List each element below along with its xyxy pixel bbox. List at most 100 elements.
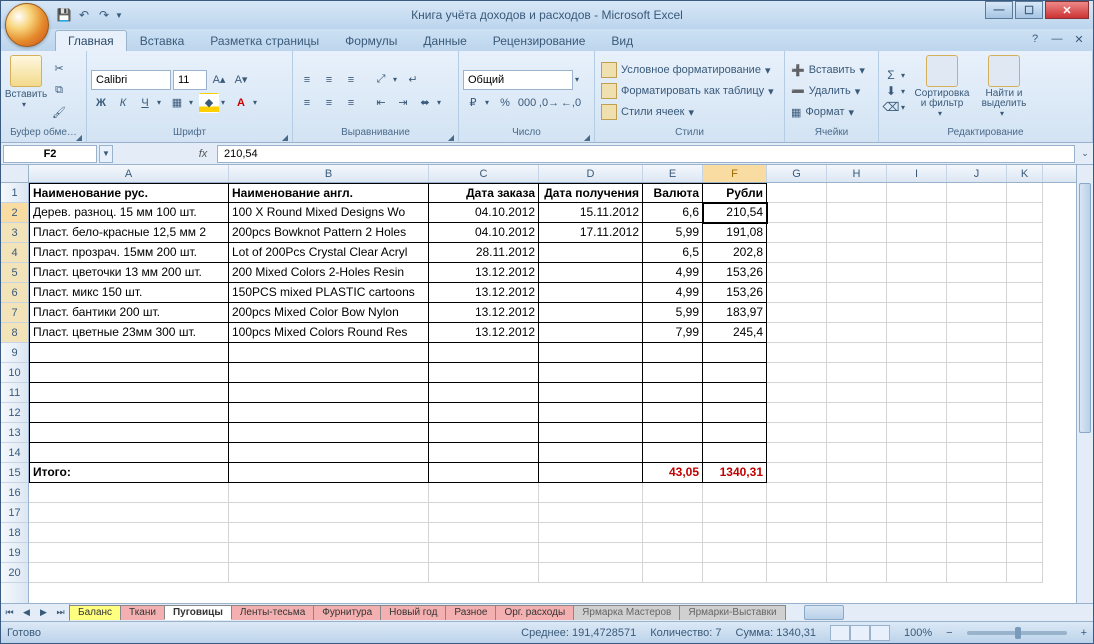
cell-J13[interactable] bbox=[947, 423, 1007, 443]
wrap-text-icon[interactable]: ↵ bbox=[403, 70, 423, 90]
align-left-icon[interactable]: ≡ bbox=[297, 93, 317, 113]
cell-K9[interactable] bbox=[1007, 343, 1043, 363]
cell-J20[interactable] bbox=[947, 563, 1007, 583]
vertical-scrollbar[interactable] bbox=[1076, 165, 1093, 603]
row-header-10[interactable]: 10 bbox=[1, 363, 28, 383]
sort-filter-button[interactable]: Сортировка и фильтр▾ bbox=[911, 53, 973, 127]
cell-B20[interactable] bbox=[229, 563, 429, 583]
sheet-tab-9[interactable]: Ярмарки-Выставки bbox=[679, 605, 785, 620]
cell-E11[interactable] bbox=[643, 383, 703, 403]
cell-E12[interactable] bbox=[643, 403, 703, 423]
cell-A9[interactable] bbox=[29, 343, 229, 363]
column-header-D[interactable]: D bbox=[539, 165, 643, 182]
cell-C4[interactable]: 28.11.2012 bbox=[429, 243, 539, 263]
cell-I14[interactable] bbox=[887, 443, 947, 463]
cell-F18[interactable] bbox=[703, 523, 767, 543]
align-right-icon[interactable]: ≡ bbox=[341, 93, 361, 113]
cell-H18[interactable] bbox=[827, 523, 887, 543]
cell-B3[interactable]: 200pcs Bowknot Pattern 2 Holes bbox=[229, 223, 429, 243]
cell-H1[interactable] bbox=[827, 183, 887, 203]
cell-E18[interactable] bbox=[643, 523, 703, 543]
cell-D19[interactable] bbox=[539, 543, 643, 563]
sheet-tab-6[interactable]: Разное bbox=[445, 605, 496, 620]
format-as-table-button[interactable]: Форматировать как таблицу ▾ bbox=[599, 81, 780, 102]
cell-B4[interactable]: Lot of 200Pcs Crystal Clear Acryl bbox=[229, 243, 429, 263]
sheet-tab-4[interactable]: Фурнитура bbox=[313, 605, 381, 620]
cell-B19[interactable] bbox=[229, 543, 429, 563]
cell-G19[interactable] bbox=[767, 543, 827, 563]
cell-I15[interactable] bbox=[887, 463, 947, 483]
cell-G2[interactable] bbox=[767, 203, 827, 223]
cell-D1[interactable]: Дата получения bbox=[539, 183, 643, 203]
number-format-input[interactable] bbox=[463, 70, 573, 90]
row-header-8[interactable]: 8 bbox=[1, 323, 28, 343]
row-header-11[interactable]: 11 bbox=[1, 383, 28, 403]
cell-H12[interactable] bbox=[827, 403, 887, 423]
cell-J11[interactable] bbox=[947, 383, 1007, 403]
cell-D4[interactable] bbox=[539, 243, 643, 263]
cell-C19[interactable] bbox=[429, 543, 539, 563]
close-button[interactable]: ✕ bbox=[1045, 1, 1089, 19]
copy-icon[interactable]: ⧉ bbox=[49, 80, 69, 100]
cell-K11[interactable] bbox=[1007, 383, 1043, 403]
cell-K10[interactable] bbox=[1007, 363, 1043, 383]
cell-G16[interactable] bbox=[767, 483, 827, 503]
cell-C7[interactable]: 13.12.2012 bbox=[429, 303, 539, 323]
cell-B2[interactable]: 100 X Round Mixed Designs Wo bbox=[229, 203, 429, 223]
format-painter-icon[interactable]: 🖌 bbox=[49, 102, 69, 122]
zoom-out-icon[interactable]: − bbox=[946, 627, 952, 639]
cell-B12[interactable] bbox=[229, 403, 429, 423]
cell-B9[interactable] bbox=[229, 343, 429, 363]
cell-B7[interactable]: 200pcs Mixed Color Bow Nylon bbox=[229, 303, 429, 323]
cut-icon[interactable]: ✂ bbox=[49, 58, 69, 78]
cell-J16[interactable] bbox=[947, 483, 1007, 503]
cell-K19[interactable] bbox=[1007, 543, 1043, 563]
cell-K1[interactable] bbox=[1007, 183, 1043, 203]
cell-C1[interactable]: Дата заказа bbox=[429, 183, 539, 203]
cell-K12[interactable] bbox=[1007, 403, 1043, 423]
cell-H5[interactable] bbox=[827, 263, 887, 283]
cell-H14[interactable] bbox=[827, 443, 887, 463]
view-normal-icon[interactable] bbox=[830, 625, 850, 641]
cell-F16[interactable] bbox=[703, 483, 767, 503]
tab-data[interactable]: Данные bbox=[410, 30, 479, 51]
select-all-corner[interactable] bbox=[1, 165, 29, 183]
cell-H16[interactable] bbox=[827, 483, 887, 503]
cell-E8[interactable]: 7,99 bbox=[643, 323, 703, 343]
cell-F6[interactable]: 153,26 bbox=[703, 283, 767, 303]
sheet-tab-2[interactable]: Пуговицы bbox=[164, 605, 232, 620]
cell-I3[interactable] bbox=[887, 223, 947, 243]
cell-F8[interactable]: 245,4 bbox=[703, 323, 767, 343]
cell-C3[interactable]: 04.10.2012 bbox=[429, 223, 539, 243]
conditional-format-button[interactable]: Условное форматирование ▾ bbox=[599, 60, 780, 81]
cell-D9[interactable] bbox=[539, 343, 643, 363]
cell-H6[interactable] bbox=[827, 283, 887, 303]
cell-F1[interactable]: Рубли bbox=[703, 183, 767, 203]
cell-D15[interactable] bbox=[539, 463, 643, 483]
row-header-15[interactable]: 15 bbox=[1, 463, 28, 483]
redo-icon[interactable]: ↷ bbox=[95, 6, 113, 24]
font-name-input[interactable] bbox=[91, 70, 171, 90]
increase-indent-icon[interactable]: ⇥ bbox=[393, 93, 413, 113]
row-header-19[interactable]: 19 bbox=[1, 543, 28, 563]
column-header-B[interactable]: B bbox=[229, 165, 429, 182]
cell-H20[interactable] bbox=[827, 563, 887, 583]
column-header-J[interactable]: J bbox=[947, 165, 1007, 182]
cell-F7[interactable]: 183,97 bbox=[703, 303, 767, 323]
tab-page-layout[interactable]: Разметка страницы bbox=[197, 30, 332, 51]
cell-B6[interactable]: 150PCS mixed PLASTIC cartoons bbox=[229, 283, 429, 303]
cell-K20[interactable] bbox=[1007, 563, 1043, 583]
cell-E9[interactable] bbox=[643, 343, 703, 363]
cell-I1[interactable] bbox=[887, 183, 947, 203]
cell-J1[interactable] bbox=[947, 183, 1007, 203]
formula-input[interactable] bbox=[217, 145, 1075, 163]
cell-H13[interactable] bbox=[827, 423, 887, 443]
cell-H2[interactable] bbox=[827, 203, 887, 223]
cell-A20[interactable] bbox=[29, 563, 229, 583]
cell-B17[interactable] bbox=[229, 503, 429, 523]
border-icon[interactable]: ▦ bbox=[167, 93, 187, 113]
cell-F5[interactable]: 153,26 bbox=[703, 263, 767, 283]
cell-G5[interactable] bbox=[767, 263, 827, 283]
bold-icon[interactable]: Ж bbox=[91, 93, 111, 113]
cell-F19[interactable] bbox=[703, 543, 767, 563]
